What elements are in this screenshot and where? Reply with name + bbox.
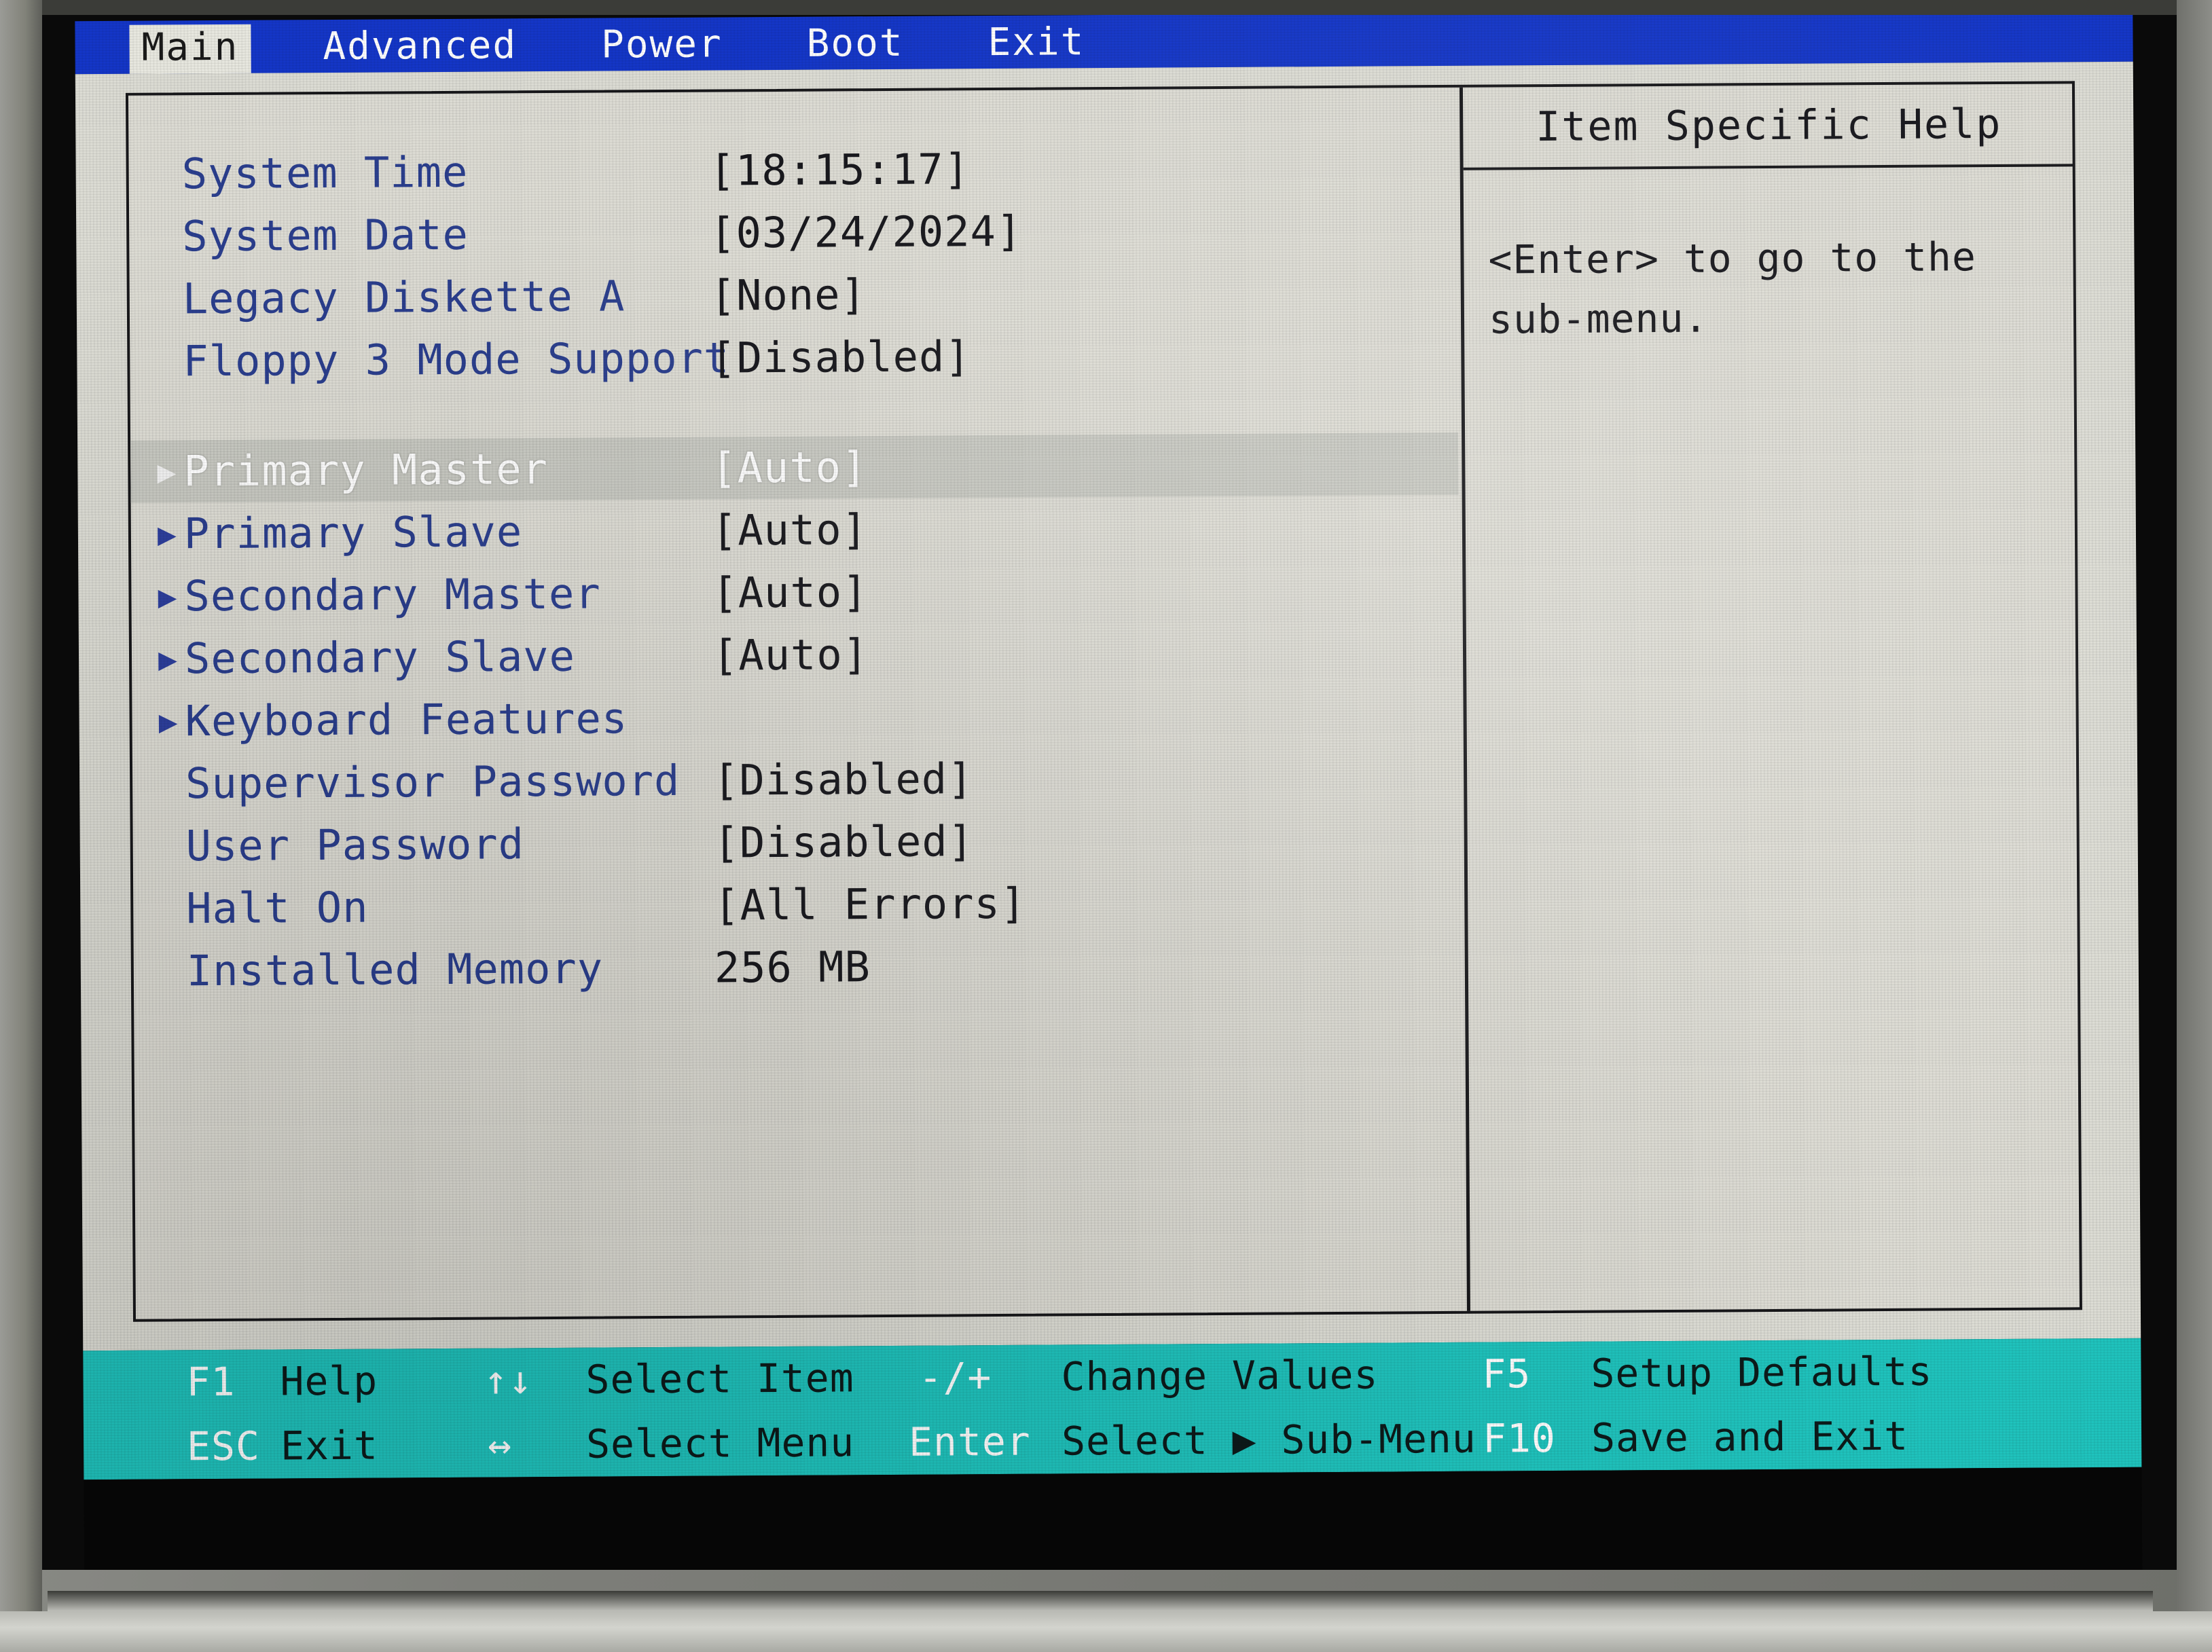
setting-row-secondary-slave[interactable]: ▶ Secondary Slave [Auto] <box>132 620 1460 691</box>
setting-value: 256 MB <box>714 942 871 993</box>
setting-label: Primary Master <box>183 444 549 496</box>
submenu-arrow-icon: ▶ <box>158 578 177 615</box>
help-text-line-1: <Enter> to go to the <box>1488 234 1977 283</box>
setting-label: System Date <box>182 209 469 261</box>
key-f5-desc: Setup Defaults <box>1591 1348 1933 1397</box>
setting-label: Secondary Master <box>184 568 601 621</box>
key-help-row-1: F1 Help ↑↓ Select Item -/+ Change Values… <box>83 1338 2141 1416</box>
setting-label: Supervisor Password <box>185 755 681 809</box>
key-minus-plus[interactable]: -/+ <box>918 1345 992 1410</box>
setting-label: Legacy Diskette A <box>182 271 625 324</box>
key-esc[interactable]: ESC <box>187 1414 260 1480</box>
key-f1[interactable]: F1 <box>186 1350 235 1414</box>
setting-label: Installed Memory <box>186 943 604 996</box>
tab-exit[interactable]: Exit <box>975 19 1097 69</box>
monitor-bezel-lower-edge <box>48 1591 2153 1614</box>
key-enter-desc: Select ▶ Sub-Menu <box>1061 1415 1476 1465</box>
key-minus-plus-desc: Change Values <box>1061 1351 1379 1400</box>
setting-value[interactable]: [03/24/2024] <box>710 200 1022 265</box>
setting-row-system-time[interactable]: System Time [18:15:17] <box>128 135 1457 206</box>
setting-row-keyboard-features[interactable]: ▶ Keyboard Features <box>132 682 1460 753</box>
setting-value[interactable]: [Disabled] <box>713 810 974 874</box>
key-f1-desc: Help <box>280 1357 378 1405</box>
submenu-arrow-icon: ▶ <box>157 515 177 553</box>
crt-monitor-chassis: Main Advanced Power Boot Exit System Tim… <box>0 0 2212 1652</box>
list-group-spacer <box>130 385 1458 441</box>
setting-row-user-password[interactable]: User Password [Disabled] <box>132 807 1461 878</box>
key-leftright-arrows-icon: ↔ <box>487 1421 513 1468</box>
setting-row-legacy-diskette-a[interactable]: Legacy Diskette A [None] <box>130 260 1458 331</box>
setting-label: Floppy 3 Mode Support <box>183 333 730 386</box>
setting-value[interactable]: [Auto] <box>712 498 869 562</box>
screen-underscan-area <box>84 1467 2143 1570</box>
monitor-bezel-right <box>2177 0 2212 1652</box>
setting-value[interactable]: [None] <box>710 263 867 327</box>
setting-label: User Password <box>185 819 525 871</box>
setting-row-supervisor-password[interactable]: Supervisor Password [Disabled] <box>132 745 1461 815</box>
item-specific-help-panel: Item Specific Help <Enter> to go to the … <box>1463 84 2082 1309</box>
key-enter[interactable]: Enter <box>909 1410 1031 1475</box>
setting-value[interactable]: [Auto] <box>711 436 868 499</box>
setting-row-secondary-master[interactable]: ▶ Secondary Master [Auto] <box>131 557 1459 628</box>
tab-boot[interactable]: Boot <box>794 20 915 70</box>
setting-row-primary-slave[interactable]: ▶ Primary Slave [Auto] <box>131 495 1459 566</box>
monitor-bezel-top <box>27 0 2187 15</box>
crt-screen: Main Advanced Power Boot Exit System Tim… <box>42 15 2177 1570</box>
settings-list: System Time [18:15:17] System Date [03/2… <box>128 88 1464 1318</box>
setting-value[interactable]: [Auto] <box>712 561 869 624</box>
key-help-bar: F1 Help ↑↓ Select Item -/+ Change Values… <box>83 1338 2142 1480</box>
setting-value[interactable]: [Disabled] <box>710 325 971 389</box>
setting-value[interactable]: [18:15:17] <box>709 138 970 202</box>
tab-main[interactable]: Main <box>129 24 251 74</box>
setting-row-system-date[interactable]: System Date [03/24/2024] <box>129 198 1457 268</box>
setting-label: Keyboard Features <box>185 693 628 746</box>
setting-value[interactable]: [Disabled] <box>713 748 974 811</box>
setting-label: Halt On <box>186 882 369 934</box>
help-text-line-2: sub-menu. <box>1488 295 1709 343</box>
setting-row-installed-memory: Installed Memory 256 MB <box>134 932 1462 1003</box>
setting-value[interactable]: [Auto] <box>712 623 869 686</box>
key-leftright-desc: Select Menu <box>585 1419 855 1467</box>
help-panel-title: Item Specific Help <box>1535 100 2002 151</box>
setup-frame-border: System Time [18:15:17] System Date [03/2… <box>125 81 2082 1322</box>
setting-value[interactable]: [All Errors] <box>714 873 1026 937</box>
setup-content-area: System Time [18:15:17] System Date [03/2… <box>75 61 2141 1351</box>
tab-advanced[interactable]: Advanced <box>310 22 529 73</box>
monitor-bezel-bottom <box>0 1611 2212 1652</box>
help-panel-body: <Enter> to go to the sub-menu. <box>1464 226 2075 349</box>
key-f10[interactable]: F10 <box>1483 1406 1556 1471</box>
setting-label: Primary Slave <box>183 507 523 559</box>
setting-label: System Time <box>181 147 469 199</box>
key-updown-arrows-icon: ↑↓ <box>484 1357 533 1403</box>
setting-row-primary-master[interactable]: ▶ Primary Master [Auto] <box>130 432 1459 503</box>
key-updown-desc: Select Item <box>585 1355 854 1403</box>
submenu-arrow-icon: ▶ <box>158 640 178 678</box>
key-help-row-2: ESC Exit ↔ Select Menu Enter Select ▶ Su… <box>84 1403 2142 1480</box>
submenu-arrow-icon: ▶ <box>158 703 178 740</box>
tab-power[interactable]: Power <box>589 21 735 71</box>
setting-row-floppy-3-mode-support[interactable]: Floppy 3 Mode Support [Disabled] <box>130 323 1458 393</box>
monitor-bezel-left <box>0 0 42 1652</box>
setting-row-halt-on[interactable]: Halt On [All Errors] <box>133 870 1462 940</box>
submenu-arrow-icon: ▶ <box>157 453 177 490</box>
list-top-spacer <box>128 88 1456 143</box>
key-f5[interactable]: F5 <box>1482 1342 1531 1406</box>
bios-setup-utility: Main Advanced Power Boot Exit System Tim… <box>75 15 2143 1570</box>
setting-label: Secondary Slave <box>184 631 576 684</box>
key-esc-desc: Exit <box>280 1422 379 1469</box>
key-f10-desc: Save and Exit <box>1591 1412 1909 1461</box>
